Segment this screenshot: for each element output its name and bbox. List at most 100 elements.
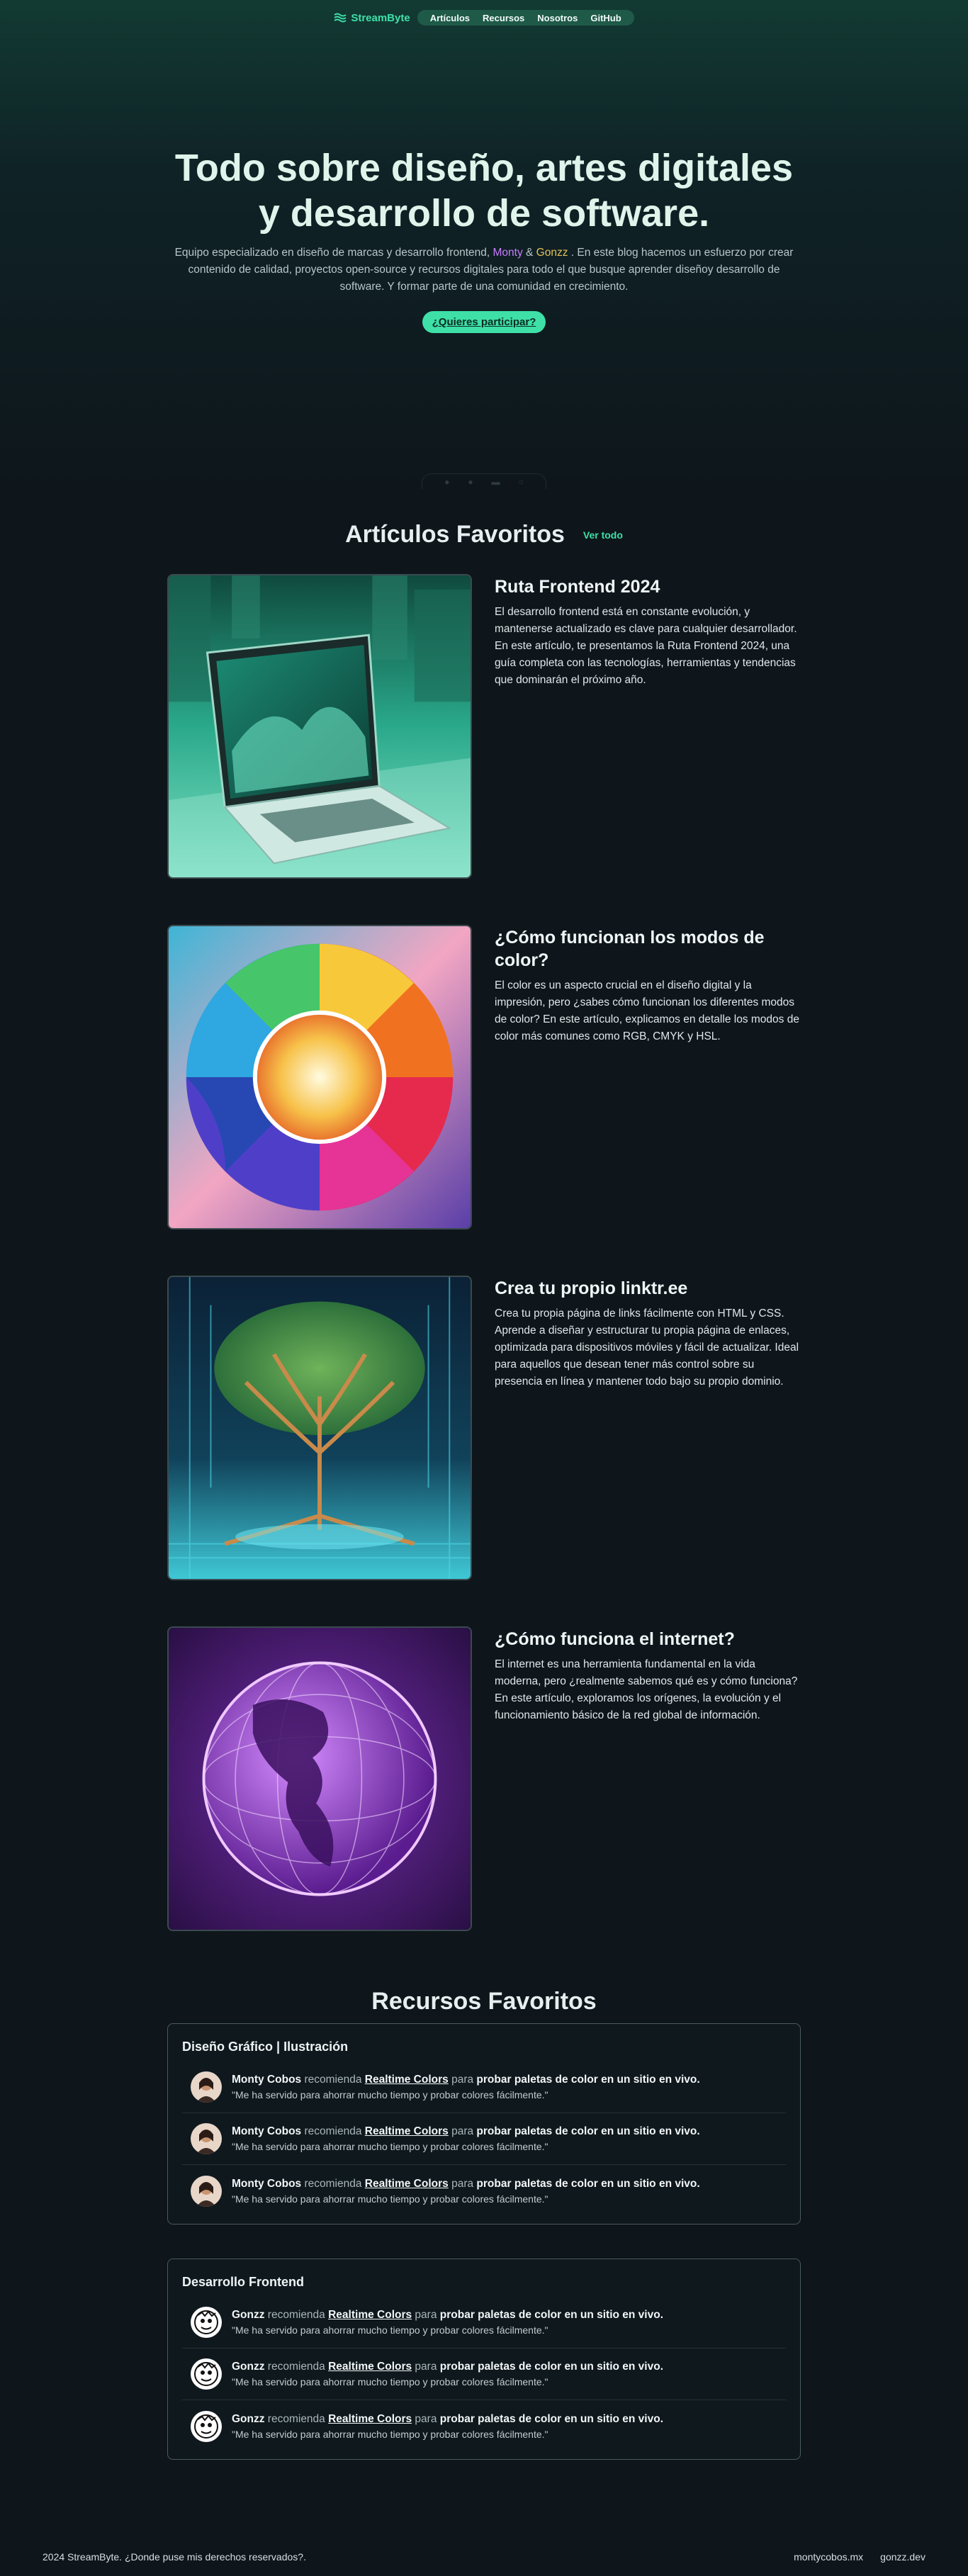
laptop-illustration	[169, 575, 471, 877]
resource-group-frontend: Desarrollo Frontend Gonzz recomienda Rea…	[167, 2259, 801, 2460]
nav-link-github[interactable]: GitHub	[590, 13, 621, 23]
article-excerpt: El desarrollo frontend está en constante…	[495, 606, 797, 686]
article-title[interactable]: Crea tu propio linktr.ee	[495, 1277, 801, 1300]
resource-group-design: Diseño Gráfico | Ilustración Monty Cobos…	[167, 2023, 801, 2225]
resource-purpose: probar paletas de color en un sitio en v…	[439, 2412, 664, 2425]
recommendation-item: Monty Cobos recomienda Realtime Colors p…	[182, 2165, 786, 2217]
top-navigation: StreamByte Artículos Recursos Nosotros G…	[0, 10, 968, 26]
color-wheel-image[interactable]	[167, 925, 472, 1230]
gonzz-avatar	[191, 2307, 222, 2338]
rec-verb: recomienda	[264, 2412, 329, 2425]
faded-dot-icon: ●	[468, 476, 473, 487]
recommender-name: Gonzz	[232, 2309, 265, 2321]
faded-dash-icon: ▬	[491, 476, 500, 487]
hero-desc-before: Equipo especializado en diseño de marcas…	[174, 247, 493, 259]
resource-purpose: probar paletas de color en un sitio en v…	[439, 2361, 664, 2373]
article-body: Crea tu propio linktr.ee Crea tu propia …	[495, 1276, 801, 1580]
hero-amp: &	[522, 247, 536, 259]
recommendation-item: Monty Cobos recomienda Realtime Colors p…	[182, 2062, 786, 2113]
globe-illustration	[169, 1628, 471, 1930]
footer-links: montycobos.mx gonzz.dev	[794, 2551, 925, 2563]
wave-logo-icon	[334, 13, 347, 23]
article-excerpt: Crea tu propia página de links fácilment…	[495, 1307, 799, 1388]
faded-circle-icon: ○	[518, 476, 524, 487]
resource-purpose: probar paletas de color en un sitio en v…	[476, 2074, 700, 2086]
article-title[interactable]: ¿Cómo funciona el internet?	[495, 1628, 801, 1650]
rec-mid: para	[448, 2177, 477, 2190]
recommendation-text: Monty Cobos recomienda Realtime Colors p…	[232, 2074, 700, 2100]
brand-logo[interactable]: StreamByte	[334, 12, 410, 24]
nav-links: Artículos Recursos Nosotros GitHub	[417, 10, 634, 26]
recommendation-text: Gonzz recomienda Realtime Colors para pr…	[232, 2309, 663, 2336]
articles-title: Artículos Favoritos	[345, 521, 565, 548]
hero-title: Todo sobre diseño, artes digitales y des…	[174, 147, 794, 235]
recommendation-quote: "Me ha servido para ahorrar mucho tiempo…	[232, 2428, 548, 2440]
faded-toolbar: ● ● ▬ ○	[422, 473, 546, 489]
footer: 2024 StreamByte. ¿Donde puse mis derecho…	[43, 2551, 925, 2563]
monty-avatar	[191, 2071, 222, 2103]
hero-description: Equipo especializado en diseño de marcas…	[165, 244, 803, 296]
footer-copyright: 2024 StreamByte. ¿Donde puse mis derecho…	[43, 2551, 306, 2563]
laptop-image[interactable]	[167, 574, 472, 879]
article-card[interactable]: ¿Cómo funcionan los modos de color? El c…	[167, 925, 801, 1230]
recommender-name: Monty Cobos	[232, 2125, 302, 2137]
nav-link-recursos[interactable]: Recursos	[483, 13, 524, 23]
rec-verb: recomienda	[264, 2361, 329, 2373]
rec-verb: recomienda	[301, 2177, 365, 2190]
nav-link-articulos[interactable]: Artículos	[430, 13, 470, 23]
article-card[interactable]: Crea tu propio linktr.ee Crea tu propia …	[167, 1276, 801, 1580]
recommendation-quote: "Me ha servido para ahorrar mucho tiempo…	[232, 2141, 548, 2152]
article-title[interactable]: ¿Cómo funcionan los modos de color?	[495, 926, 801, 972]
recommendation-text: Gonzz recomienda Realtime Colors para pr…	[232, 2361, 663, 2387]
rec-mid: para	[448, 2125, 477, 2137]
recommendation-item: Gonzz recomienda Realtime Colors para pr…	[182, 2349, 786, 2400]
article-body: ¿Cómo funcionan los modos de color? El c…	[495, 925, 801, 1230]
recommendation-text: Monty Cobos recomienda Realtime Colors p…	[232, 2125, 700, 2152]
resource-purpose: probar paletas de color en un sitio en v…	[476, 2177, 700, 2190]
article-excerpt: El color es un aspecto crucial en el dis…	[495, 979, 799, 1042]
resource-group-title: Diseño Gráfico | Ilustración	[182, 2040, 349, 2054]
color-wheel-illustration	[169, 926, 471, 1228]
participate-button[interactable]: ¿Quieres participar?	[422, 311, 546, 333]
resource-link[interactable]: Realtime Colors	[365, 2125, 449, 2137]
resource-link[interactable]: Realtime Colors	[365, 2178, 449, 2190]
nav-link-nosotros[interactable]: Nosotros	[537, 13, 578, 23]
recommendation-text: Monty Cobos recomienda Realtime Colors p…	[232, 2178, 700, 2205]
faded-dot-icon: ●	[444, 476, 450, 487]
resource-link[interactable]: Realtime Colors	[328, 2413, 412, 2425]
rec-verb: recomienda	[301, 2074, 365, 2086]
article-card[interactable]: Ruta Frontend 2024 El desarrollo fronten…	[167, 574, 801, 879]
footer-link-montycobos[interactable]: montycobos.mx	[794, 2551, 863, 2563]
see-all-link[interactable]: Ver todo	[583, 529, 623, 541]
recommendation-quote: "Me ha servido para ahorrar mucho tiempo…	[232, 2324, 548, 2336]
footer-link-gonzz[interactable]: gonzz.dev	[880, 2551, 925, 2563]
globe-image[interactable]	[167, 1626, 472, 1931]
article-title[interactable]: Ruta Frontend 2024	[495, 575, 801, 598]
circuit-tree-illustration	[169, 1277, 471, 1579]
recommendation-item: Monty Cobos recomienda Realtime Colors p…	[182, 2113, 786, 2165]
resource-purpose: probar paletas de color en un sitio en v…	[476, 2125, 700, 2137]
rec-mid: para	[412, 2361, 440, 2373]
article-excerpt: El internet es una herramienta fundament…	[495, 1658, 798, 1721]
article-card[interactable]: ¿Cómo funciona el internet? El internet …	[167, 1626, 801, 1931]
resource-link[interactable]: Realtime Colors	[328, 2309, 412, 2321]
recommendation-text: Gonzz recomienda Realtime Colors para pr…	[232, 2413, 663, 2440]
recommendation-item: Gonzz recomienda Realtime Colors para pr…	[182, 2400, 786, 2452]
article-body: Ruta Frontend 2024 El desarrollo fronten…	[495, 574, 801, 879]
recommendation-quote: "Me ha servido para ahorrar mucho tiempo…	[232, 2089, 548, 2100]
rec-mid: para	[412, 2309, 440, 2321]
resources-title: Recursos Favoritos	[371, 1988, 597, 2015]
resource-group-title: Desarrollo Frontend	[182, 2275, 305, 2289]
rec-verb: recomienda	[264, 2309, 329, 2321]
resource-link[interactable]: Realtime Colors	[365, 2074, 449, 2086]
resource-link[interactable]: Realtime Colors	[328, 2361, 412, 2373]
recommender-name: Monty Cobos	[232, 2177, 302, 2190]
articles-header: Artículos Favoritos Ver todo	[0, 521, 968, 549]
recommender-name: Gonzz	[232, 2412, 265, 2425]
recommendation-item: Gonzz recomienda Realtime Colors para pr…	[182, 2297, 786, 2349]
circuit-tree-image[interactable]	[167, 1276, 472, 1580]
recommendation-quote: "Me ha servido para ahorrar mucho tiempo…	[232, 2376, 548, 2387]
rec-mid: para	[448, 2074, 477, 2086]
monty-avatar	[191, 2123, 222, 2154]
recommender-name: Monty Cobos	[232, 2074, 302, 2086]
